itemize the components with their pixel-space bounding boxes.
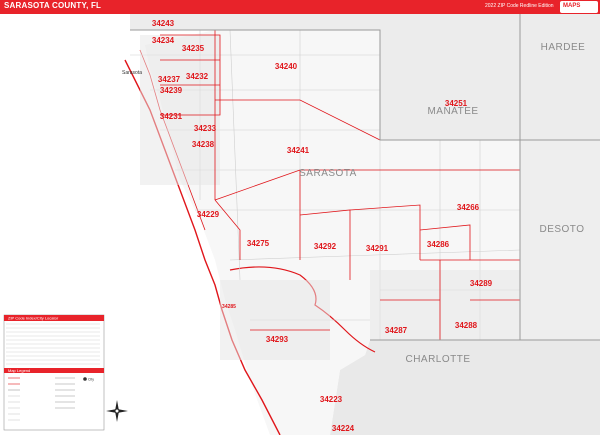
legend-city-label: City	[88, 378, 94, 382]
zip-label-34232[interactable]: 34232	[186, 72, 209, 81]
zip-index-panel: ZIP Code Index/City Locator Map Legend C…	[3, 314, 105, 431]
zip-label-34241[interactable]: 34241	[287, 146, 310, 155]
zip-label-34238[interactable]: 34238	[192, 140, 215, 149]
zip-label-34239[interactable]: 34239	[160, 86, 183, 95]
zip-label-34237[interactable]: 34237	[158, 75, 181, 84]
zip-label-34234[interactable]: 34234	[152, 36, 175, 45]
county-label-hardee: HARDEE	[541, 42, 586, 53]
zip-label-34251[interactable]: 34251	[445, 99, 468, 108]
title-bar: SARASOTA COUNTY, FL 2022 ZIP Code Redlin…	[0, 0, 600, 14]
zip-label-34231[interactable]: 34231	[160, 112, 183, 121]
zip-label-34292[interactable]: 34292	[314, 242, 337, 251]
zip-label-34285[interactable]: 34285	[222, 304, 236, 310]
urban-area-venice	[220, 280, 330, 360]
zip-code-map[interactable]: HARDEE MANATEE SARASOTA DESOTO CHARLOTTE…	[0, 14, 600, 435]
desoto-county-area	[520, 140, 600, 340]
county-label-charlotte: CHARLOTTE	[405, 354, 470, 365]
legend-title: Map Legend	[8, 368, 30, 373]
zip-label-34235[interactable]: 34235	[182, 44, 205, 53]
zip-label-34243[interactable]: 34243	[152, 19, 175, 28]
zip-label-34286[interactable]: 34286	[427, 240, 450, 249]
zip-label-34275[interactable]: 34275	[247, 239, 270, 248]
edition-label: 2022 ZIP Code Redline Edition	[485, 3, 554, 9]
brand-text: MAPS	[563, 3, 581, 9]
zip-label-34223[interactable]: 34223	[320, 395, 343, 404]
city-marker-icon	[83, 377, 87, 381]
index-panel-title: ZIP Code Index/City Locator	[8, 316, 59, 321]
county-label-sarasota: SARASOTA	[299, 168, 357, 179]
zip-label-34293[interactable]: 34293	[266, 335, 289, 344]
zip-label-34266[interactable]: 34266	[457, 203, 480, 212]
zip-label-34289[interactable]: 34289	[470, 279, 493, 288]
zip-label-34291[interactable]: 34291	[366, 244, 389, 253]
zip-label-34233[interactable]: 34233	[194, 124, 217, 133]
zip-label-34240[interactable]: 34240	[275, 62, 298, 71]
zip-label-34288[interactable]: 34288	[455, 321, 478, 330]
zip-label-34287[interactable]: 34287	[385, 326, 408, 335]
city-label-sarasota: Sarasota	[122, 70, 142, 76]
zip-label-34229[interactable]: 34229	[197, 210, 220, 219]
urban-area-north	[140, 35, 220, 185]
map-title: SARASOTA COUNTY, FL	[4, 1, 102, 10]
zip-label-34224[interactable]: 34224	[332, 424, 355, 433]
county-label-desoto: DESOTO	[539, 224, 584, 235]
